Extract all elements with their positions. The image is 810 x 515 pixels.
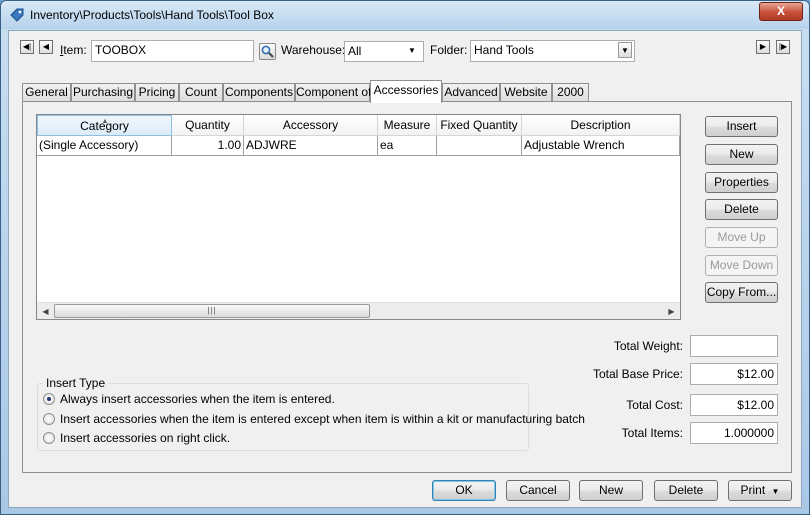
cell-description[interactable]: Adjustable Wrench xyxy=(522,136,680,156)
item-label: Item: xyxy=(60,43,87,57)
window-title: Inventory\Products\Tools\Hand Tools\Tool… xyxy=(30,8,274,22)
cell-fixed-quantity[interactable] xyxy=(437,136,522,156)
tab-component-of[interactable]: Component of xyxy=(295,83,371,102)
accessories-grid[interactable]: ▲ Category Quantity Accessory Measure Fi… xyxy=(36,114,681,320)
radio-button-checked[interactable] xyxy=(43,393,55,405)
insert-type-group: Insert Type Always insert accessories wh… xyxy=(37,376,585,451)
cell-quantity[interactable]: 1.00 xyxy=(172,136,244,156)
move-up-button[interactable]: Move Up xyxy=(705,227,778,248)
table-row[interactable]: (Single Accessory) 1.00 ADJWRE ea Adjust… xyxy=(37,136,680,156)
chevron-down-icon: ▼ xyxy=(618,42,632,58)
item-input[interactable]: TOOBOX xyxy=(91,40,254,62)
radio-button[interactable] xyxy=(43,432,55,444)
cell-measure[interactable]: ea xyxy=(378,136,437,156)
grid-header: ▲ Category Quantity Accessory Measure Fi… xyxy=(37,115,680,136)
column-header-category[interactable]: ▲ Category xyxy=(37,115,172,136)
next-record-button[interactable]: ▶ xyxy=(756,40,770,54)
first-record-button[interactable]: ◀| xyxy=(20,40,34,54)
folder-value: Hand Tools xyxy=(474,43,534,57)
scrollbar-thumb[interactable]: ||| xyxy=(54,304,370,318)
warehouse-value: All xyxy=(348,44,362,58)
column-header-measure[interactable]: Measure xyxy=(378,115,437,136)
total-weight-field xyxy=(690,335,778,357)
delete-accessory-button[interactable]: Delete xyxy=(705,199,778,220)
tab-advanced[interactable]: Advanced xyxy=(442,83,500,102)
dialog-window: Inventory\Products\Tools\Hand Tools\Tool… xyxy=(0,0,810,515)
sort-ascending-icon: ▲ xyxy=(101,118,109,125)
item-search-button[interactable] xyxy=(259,43,276,60)
warehouse-select[interactable]: All ▼ xyxy=(344,41,424,62)
column-header-accessory[interactable]: Accessory xyxy=(244,115,378,136)
magnifier-icon xyxy=(261,45,274,58)
tab-2000[interactable]: 2000 xyxy=(552,83,589,102)
warehouse-label: Warehouse: xyxy=(281,43,346,57)
insert-button[interactable]: Insert xyxy=(705,116,778,137)
tab-pricing[interactable]: Pricing xyxy=(135,83,179,102)
folder-select[interactable]: Hand Tools ▼ xyxy=(470,40,635,62)
tab-website[interactable]: Website xyxy=(500,83,552,102)
total-base-price-label: Total Base Price: xyxy=(592,367,683,381)
chevron-down-icon: ▼ xyxy=(771,487,780,496)
previous-record-button[interactable]: ◀ xyxy=(39,40,53,54)
cancel-button[interactable]: Cancel xyxy=(506,480,570,501)
title-bar[interactable]: Inventory\Products\Tools\Hand Tools\Tool… xyxy=(1,1,809,29)
scroll-left-icon[interactable]: ◀ xyxy=(37,303,54,320)
cell-accessory[interactable]: ADJWRE xyxy=(244,136,378,156)
folder-label: Folder: xyxy=(430,43,468,57)
total-items-field: 1.000000 xyxy=(690,422,778,444)
tab-count[interactable]: Count xyxy=(179,83,223,102)
close-button[interactable]: X xyxy=(759,2,803,21)
total-items-label: Total Items: xyxy=(621,426,683,440)
tab-purchasing[interactable]: Purchasing xyxy=(71,83,135,102)
column-header-quantity[interactable]: Quantity xyxy=(172,115,244,136)
print-button[interactable]: Print ▼ xyxy=(728,480,792,501)
chevron-down-icon: ▼ xyxy=(408,46,416,55)
accessories-panel: ▲ Category Quantity Accessory Measure Fi… xyxy=(22,101,792,473)
properties-button[interactable]: Properties xyxy=(705,172,778,193)
total-cost-label: Total Cost: xyxy=(626,398,683,412)
delete-item-button[interactable]: Delete xyxy=(654,480,718,501)
tab-components[interactable]: Components xyxy=(223,83,295,102)
insert-type-legend: Insert Type xyxy=(43,376,109,390)
tab-accessories[interactable]: Accessories xyxy=(370,80,442,103)
radio-button[interactable] xyxy=(43,413,55,425)
dialog-client-area: ◀| ◀ Item: TOOBOX Warehouse: All ▼ Folde… xyxy=(8,30,802,508)
column-header-fixed-quantity[interactable]: Fixed Quantity xyxy=(437,115,522,136)
new-item-button[interactable]: New xyxy=(579,480,643,501)
scroll-right-icon[interactable]: ▶ xyxy=(663,303,680,320)
cell-category[interactable]: (Single Accessory) xyxy=(37,136,172,156)
total-cost-field: $12.00 xyxy=(690,394,778,416)
move-down-button[interactable]: Move Down xyxy=(705,255,778,276)
new-accessory-button[interactable]: New xyxy=(705,144,778,165)
column-header-description[interactable]: Description xyxy=(522,115,680,136)
tab-general[interactable]: General xyxy=(22,83,71,102)
total-base-price-field: $12.00 xyxy=(690,363,778,385)
ok-button[interactable]: OK xyxy=(432,480,496,501)
total-weight-label: Total Weight: xyxy=(613,339,683,353)
horizontal-scrollbar[interactable]: ◀ ||| ▶ xyxy=(37,302,680,319)
last-record-button[interactable]: |▶ xyxy=(776,40,790,54)
tag-icon xyxy=(10,8,24,22)
copy-from-button[interactable]: Copy From... xyxy=(705,282,778,303)
